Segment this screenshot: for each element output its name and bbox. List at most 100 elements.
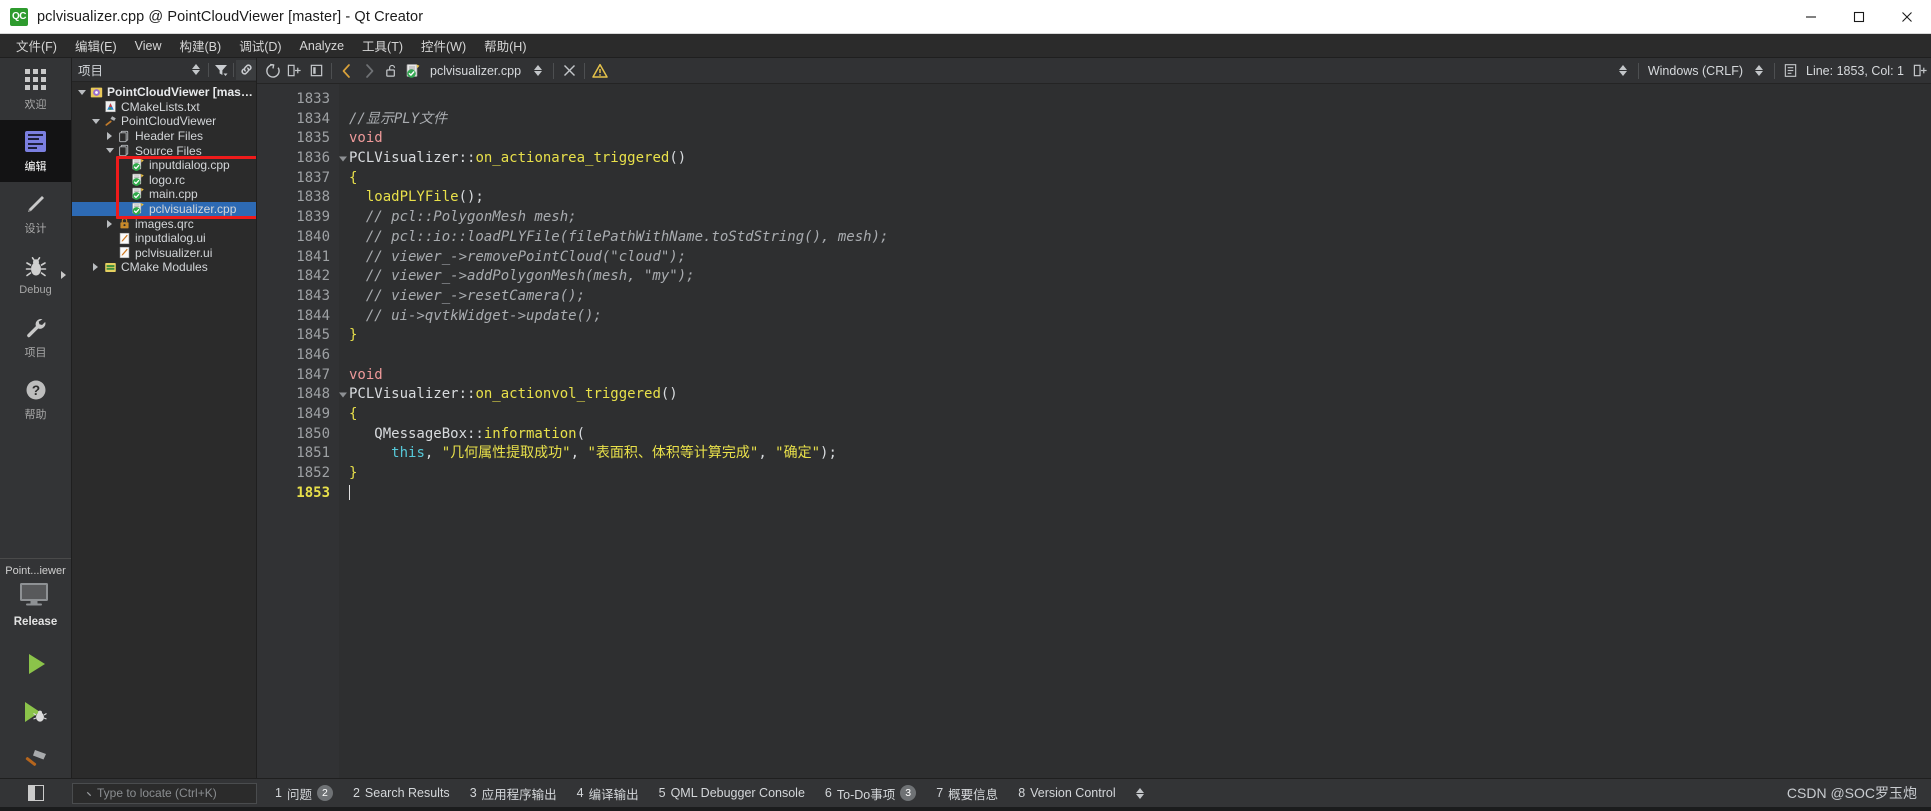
output-pane-button-6[interactable]: 6 To-Do事项 3 [815,784,926,803]
code-line: // pcl::io::loadPLYFile(filePathWithName… [349,228,1931,248]
text-caret [349,484,350,500]
mode-debug[interactable]: Debug [0,244,71,306]
code-token-pln: , [424,445,442,462]
title-bar: QC pclvisualizer.cpp @ PointCloudViewer … [0,0,1931,34]
tree-item-label: CMakeLists.txt [121,99,200,114]
maximize-icon[interactable] [1835,0,1883,34]
chevron-right-icon[interactable] [89,263,102,272]
mode-welcome[interactable]: 欢迎 [0,58,71,120]
tree-item-icon-wrap [130,158,146,172]
green-play-bug-icon [21,699,51,730]
chevron-right-icon[interactable] [103,132,116,141]
sidebar-toggle-button[interactable] [0,785,72,801]
minimize-icon[interactable] [1787,0,1835,34]
tree-item-label: inputdialog.cpp [149,158,230,173]
filter-icon[interactable] [211,60,231,80]
lock-open-icon[interactable] [380,60,402,82]
document-list-arrows-icon[interactable] [527,60,549,82]
open-document-name[interactable]: pclvisualizer.cpp [424,64,527,78]
output-pane-button-2[interactable]: 2 Search Results [343,786,460,800]
split-editor-icon[interactable] [1909,60,1931,82]
tree-header-divider [208,62,209,77]
menu-analyze[interactable]: Analyze [291,36,353,56]
warning-triangle-icon[interactable] [589,60,611,82]
code-token-fn: loadPLYFile [365,189,459,206]
tree-item-pclvisualizer-cpp[interactable]: pclvisualizer.cpp [72,201,256,217]
code-token-fn: information [483,425,577,442]
menu-edit[interactable]: 编辑(E) [66,33,126,58]
build-button[interactable] [15,746,57,778]
output-pane-button-5[interactable]: 5 QML Debugger Console [649,786,815,800]
mode-help[interactable]: ? 帮助 [0,368,71,430]
code-editor[interactable]: 1833 1834 1835 1836 1837 1838 1839 1840 1841 1842… [257,84,1931,778]
tree-item-cmakelists-txt[interactable]: CMakeLists.txt [72,100,256,115]
tree-item-inputdialog-ui[interactable]: inputdialog.ui [72,231,256,246]
tree-item-images-qrc[interactable]: images.qrc [72,216,256,231]
debug-expand-arrow-icon[interactable] [61,271,66,279]
code-token-pln [349,288,366,304]
output-pane-button-4[interactable]: 4 编译输出 [567,784,649,803]
tree-item-pclvisualizer-ui[interactable]: pclvisualizer.ui [72,246,256,261]
menu-build[interactable]: 构建(B) [171,33,231,58]
navigate-back-icon[interactable] [336,60,358,82]
chevron-down-icon[interactable] [75,89,88,95]
editor-pane: pclvisualizer.cpp Windows (CRLF) Line: 1… [257,58,1931,778]
tree-item-pointcloudviewer-master[interactable]: PointCloudViewer [master] [72,85,256,100]
tree-header-divider-2 [233,62,234,77]
chevron-down-icon[interactable] [89,118,102,124]
outline-icon[interactable] [1779,60,1801,82]
sidebar-panel-icon[interactable] [305,60,327,82]
menu-view[interactable]: View [126,36,171,56]
output-pane-button-1[interactable]: 1 问题 2 [265,784,343,803]
svg-text:?: ? [31,383,39,398]
mode-projects[interactable]: 项目 [0,306,71,368]
code-line: this, "几何属性提取成功", "表面积、体积等计算完成", "确定"); [349,444,1931,464]
history-back-arrow-icon[interactable] [261,60,283,82]
run-button[interactable] [15,650,57,682]
output-pane-button-7[interactable]: 7 概要信息 [926,784,1008,803]
build-target-icon [104,115,117,128]
close-icon[interactable] [1883,0,1931,34]
line-ending-selector[interactable]: Windows (CRLF) [1643,64,1748,78]
code-text-area[interactable]: //显示PLY文件 void PCLVisualizer::on_actionare… [339,84,1931,778]
sort-updown-icon[interactable] [186,60,206,80]
tree-item-pointcloudviewer[interactable]: PointCloudViewer [72,114,256,129]
menu-tools[interactable]: 工具(T) [353,33,412,58]
output-pane-label: Search Results [364,786,450,800]
mode-design[interactable]: 设计 [0,182,71,244]
mode-edit[interactable]: 编辑 [0,120,71,182]
locator-search-box[interactable]: Type to locate (Ctrl+K) [72,782,257,804]
code-token-pln [349,229,366,245]
chevron-right-icon[interactable] [103,219,116,228]
folder-files-icon [118,130,131,143]
tree-item-inputdialog-cpp[interactable]: inputdialog.cpp [72,158,256,173]
tree-item-header-files[interactable]: Header Files [72,129,256,144]
split-add-icon[interactable] [283,60,305,82]
code-line: } [349,464,1931,484]
cmake-icon [104,100,117,113]
output-pane-button-3[interactable]: 3 应用程序输出 [460,784,567,803]
chevron-down-icon[interactable] [103,148,116,154]
fold-marker-icon[interactable] [339,156,347,162]
fold-marker-icon[interactable] [339,392,347,398]
tree-item-logo-rc[interactable]: logo.rc [72,173,256,188]
debug-button[interactable] [15,698,57,730]
tree-item-main-cpp[interactable]: main.cpp [72,187,256,202]
menu-help[interactable]: 帮助(H) [475,33,535,58]
output-pane-button-8[interactable]: 8 Version Control [1008,786,1125,800]
link-sync-icon[interactable] [236,59,256,80]
mode-selector-bar: 欢迎 编辑 设计 Debug 项目 ? 帮助 Point...iewer Rel… [0,58,72,778]
line-ending-arrows-icon[interactable] [1612,60,1634,82]
output-pane-label: 问题 [286,787,312,802]
tree-item-source-files[interactable]: Source Files [72,143,256,158]
menu-widgets[interactable]: 控件(W) [412,33,475,58]
encoding-arrows-icon[interactable] [1748,60,1770,82]
kit-selector[interactable]: Point...iewer Release [0,559,71,636]
tree-item-cmake-modules[interactable]: CMake Modules [72,260,256,275]
menu-file[interactable]: 文件(F) [7,33,66,58]
close-document-icon[interactable] [558,60,580,82]
menu-debug[interactable]: 调试(D) [230,33,290,58]
navigate-forward-icon[interactable] [358,60,380,82]
output-pane-arrows-icon[interactable] [1126,787,1154,799]
